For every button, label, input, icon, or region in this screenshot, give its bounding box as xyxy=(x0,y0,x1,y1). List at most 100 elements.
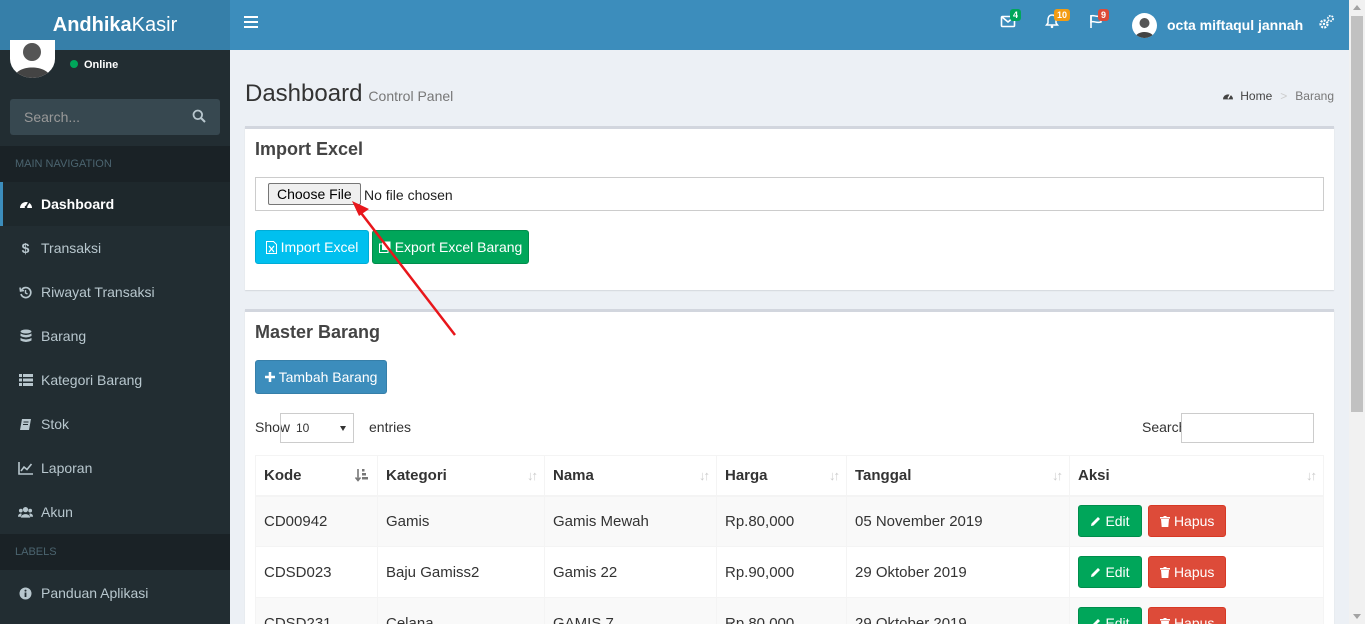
sidebar-item-label: Akun xyxy=(41,504,73,520)
column-header-nama[interactable]: Nama ↓↑ xyxy=(544,455,717,497)
logo-bold-text: Andhika xyxy=(52,14,132,36)
entries-value: 10 xyxy=(296,421,310,435)
cell-kategori: Gamis xyxy=(377,495,545,547)
sidebar-item-label: Laporan xyxy=(41,460,93,476)
column-header-harga[interactable]: Harga ↓↑ xyxy=(716,455,847,497)
list-icon xyxy=(18,373,33,388)
column-label: Kode xyxy=(264,466,302,484)
import-excel-button[interactable]: Import Excel xyxy=(255,230,369,264)
tambah-barang-button[interactable]: Tambah Barang xyxy=(255,360,387,394)
breadcrumb-separator: > xyxy=(1280,89,1288,103)
edit-label: Edit xyxy=(1105,564,1130,580)
control-sidebar-button[interactable] xyxy=(1318,14,1335,33)
table-row: CD00942 Gamis Gamis Mewah Rp.80,000 05 N… xyxy=(255,495,1324,547)
messages-button[interactable]: 4 xyxy=(1000,9,1022,33)
sidebar-item-transaksi[interactable]: $ Transaksi xyxy=(0,226,230,270)
sort-both-icon: ↓↑ xyxy=(1306,468,1317,483)
main-navigation-header: MAIN NAVIGATION xyxy=(0,146,230,182)
edit-label: Edit xyxy=(1105,513,1130,530)
tambah-barang-label: Tambah Barang xyxy=(278,369,378,385)
sidebar-item-akun[interactable]: Akun xyxy=(0,490,230,534)
cell-kode: CD00942 xyxy=(255,495,378,547)
scroll-up-arrow-icon[interactable] xyxy=(1353,5,1361,10)
breadcrumb-current: Barang xyxy=(1295,89,1334,103)
excel-file-input[interactable]: Choose File No file chosen xyxy=(255,177,1324,211)
user-status-text: Online xyxy=(84,59,119,71)
trash-icon xyxy=(1159,617,1170,624)
column-header-aksi[interactable]: Aksi ↓↑ xyxy=(1069,455,1324,497)
sidebar-search-input[interactable] xyxy=(10,99,185,135)
edit-button[interactable]: Edit xyxy=(1078,607,1142,624)
import-excel-box: Import Excel Choose File No file chosen … xyxy=(245,126,1334,290)
sidebar-search-button[interactable] xyxy=(192,109,208,125)
logo-light-text: Kasir xyxy=(131,14,178,36)
info-circle-icon xyxy=(18,586,33,601)
cell-nama: Gamis 22 xyxy=(544,546,717,598)
dashboard-icon xyxy=(1223,93,1234,100)
tasks-count-badge: 9 xyxy=(1098,9,1110,21)
online-dot-icon xyxy=(70,60,78,68)
copy-icon xyxy=(378,241,391,253)
breadcrumb-home-link[interactable]: Home xyxy=(1240,89,1272,103)
sidebar-item-label: Stok xyxy=(41,416,70,432)
column-header-kode[interactable]: Kode xyxy=(255,455,378,497)
cell-aksi: Edit Hapus xyxy=(1069,597,1324,624)
import-box-title: Import Excel xyxy=(255,139,364,159)
cell-tanggal: 05 November 2019 xyxy=(846,495,1070,547)
hapus-button[interactable]: Hapus xyxy=(1148,556,1227,588)
line-chart-icon xyxy=(18,461,33,476)
sidebar-item-barang[interactable]: Barang xyxy=(0,314,230,358)
sidebar-item-stok[interactable]: Stok xyxy=(0,402,230,446)
cell-kode: CDSD023 xyxy=(255,546,378,598)
cell-harga: Rp.80,000 xyxy=(716,597,847,624)
user-avatar xyxy=(1132,12,1157,38)
cell-harga: Rp.80,000 xyxy=(716,495,847,547)
sidebar-item-kategori-barang[interactable]: Kategori Barang xyxy=(0,358,230,402)
cell-harga: Rp.90,000 xyxy=(716,546,847,598)
column-header-tanggal[interactable]: Tanggal ↓↑ xyxy=(846,455,1070,497)
hapus-button[interactable]: Hapus xyxy=(1148,607,1227,624)
choose-file-button[interactable]: Choose File xyxy=(268,183,361,205)
user-menu[interactable]: octa miftaqul jannah xyxy=(1132,12,1303,38)
chevron-down-icon xyxy=(340,426,346,431)
scroll-down-arrow-icon[interactable] xyxy=(1353,614,1361,619)
column-header-kategori[interactable]: Kategori ↓↑ xyxy=(377,455,545,497)
entries-select[interactable]: 10 xyxy=(280,413,354,443)
scrollbar-thumb[interactable] xyxy=(1351,16,1363,412)
vertical-scrollbar[interactable] xyxy=(1349,0,1365,624)
file-status-text: No file chosen xyxy=(364,187,453,203)
cell-nama: Gamis Mewah xyxy=(544,495,717,547)
column-label: Aksi xyxy=(1078,466,1110,484)
sidebar-item-label: Transaksi xyxy=(41,240,102,256)
sidebar-item-panduan-aplikasi[interactable]: Panduan Aplikasi xyxy=(0,571,230,615)
content-wrapper: Dashboard Control Panel Home > Barang Imp… xyxy=(230,50,1349,624)
barang-table: Kode Kategori ↓↑ Nama ↓↑ Harga ↓↑ Tanggal ↓↑… xyxy=(255,455,1324,624)
column-label: Kategori xyxy=(386,466,447,484)
sidebar-item-riwayat-transaksi[interactable]: Riwayat Transaksi xyxy=(0,270,230,314)
sidebar-item-label: Barang xyxy=(41,328,87,344)
table-row: CDSD023 Baju Gamiss2 Gamis 22 Rp.90,000 … xyxy=(255,546,1324,598)
notifications-button[interactable]: 10 xyxy=(1044,9,1071,33)
sidebar-item-dashboard[interactable]: Dashboard xyxy=(0,182,230,226)
tasks-button[interactable]: 9 xyxy=(1088,9,1110,33)
table-search-input[interactable] xyxy=(1181,413,1314,443)
hapus-button[interactable]: Hapus xyxy=(1148,505,1227,538)
database-icon xyxy=(18,329,33,344)
messages-count-badge: 4 xyxy=(1010,9,1022,21)
users-icon xyxy=(18,505,33,520)
export-excel-button[interactable]: Export Excel Barang xyxy=(372,230,529,264)
notifications-count-badge: 10 xyxy=(1054,9,1071,21)
sidebar-item-label: Panduan Aplikasi xyxy=(41,585,149,601)
edit-button[interactable]: Edit xyxy=(1078,505,1142,538)
edit-button[interactable]: Edit xyxy=(1078,556,1142,588)
page-header: Dashboard Control Panel xyxy=(245,80,453,108)
sidebar-toggle-icon[interactable] xyxy=(244,16,258,30)
column-label: Nama xyxy=(553,466,594,484)
breadcrumb: Home > Barang xyxy=(1222,89,1334,103)
page-subtitle: Control Panel xyxy=(368,88,454,104)
export-excel-label: Export Excel Barang xyxy=(394,239,523,255)
import-excel-label: Import Excel xyxy=(280,239,359,255)
pencil-icon xyxy=(1090,516,1101,527)
labels-header: LABELS xyxy=(0,534,230,570)
sidebar-item-laporan[interactable]: Laporan xyxy=(0,446,230,490)
